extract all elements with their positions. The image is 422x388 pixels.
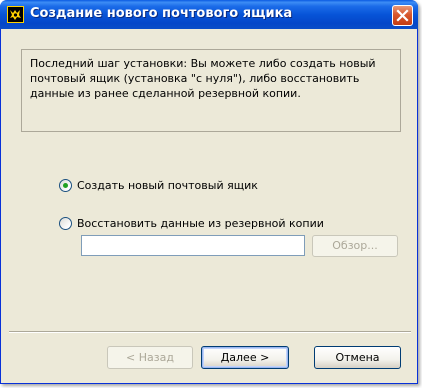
cancel-button[interactable]: Отмена [314,346,401,369]
radio-create-new[interactable] [59,179,72,192]
close-icon [396,9,409,22]
option-restore-label[interactable]: Восстановить данные из резервной копии [77,217,324,230]
back-button[interactable]: < Назад [107,346,193,369]
option-restore[interactable]: Восстановить данные из резервной копии [59,217,324,230]
radio-restore[interactable] [59,217,72,230]
info-text: Последний шаг установки: Вы можете либо … [30,57,376,100]
radio-selected-dot [63,183,68,188]
close-button[interactable] [392,5,413,26]
next-button[interactable]: Далее > [201,346,289,369]
dialog-window: Создание нового почтового ящика Последни… [0,0,418,384]
app-icon [7,6,24,23]
title-bar[interactable]: Создание нового почтового ящика [0,0,418,29]
browse-button[interactable]: Обзор... [312,235,398,257]
footer-separator [9,331,411,333]
option-create-new-label[interactable]: Создать новый почтовый ящик [77,179,258,192]
info-panel: Последний шаг установки: Вы можете либо … [21,49,401,132]
option-create-new[interactable]: Создать новый почтовый ящик [59,179,258,192]
window-title: Создание нового почтового ящика [30,6,293,21]
backup-path-input[interactable] [81,235,305,256]
